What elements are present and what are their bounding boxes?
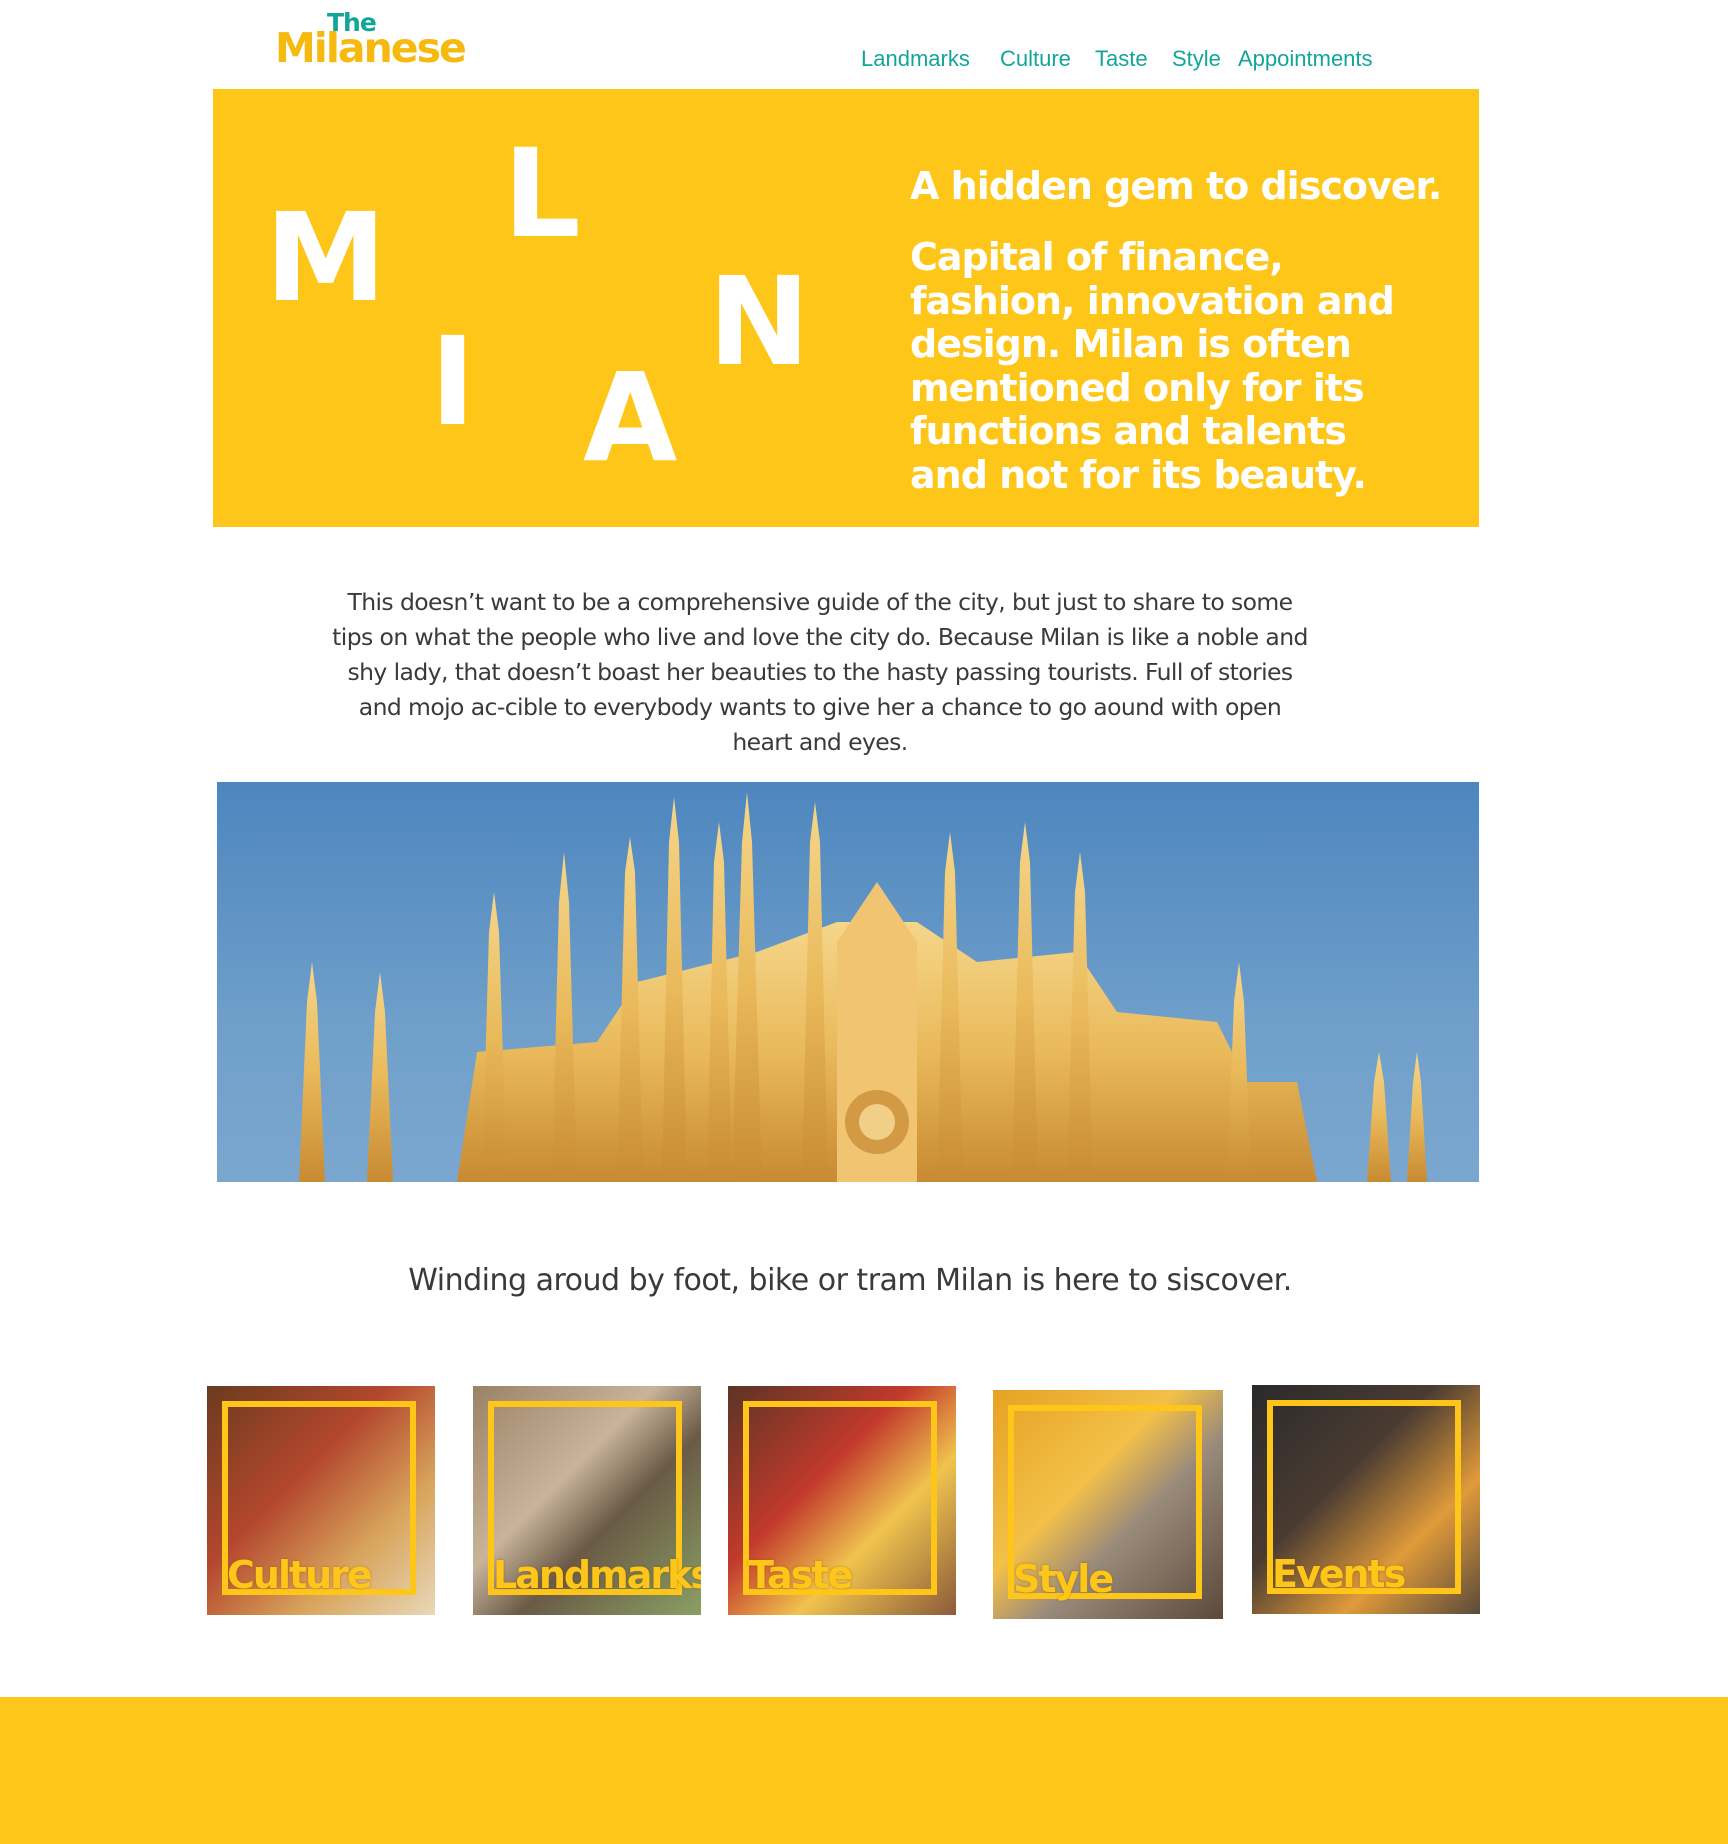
hero-description: Capital of finance, fashion, innovation … [910, 235, 1395, 497]
hero-letter-m: M [265, 187, 387, 329]
tile-culture[interactable]: Culture [207, 1386, 435, 1615]
hero-letter-a: A [583, 347, 678, 489]
intro-paragraph: This doesn’t want to be a comprehensive … [332, 588, 1308, 756]
tile-style[interactable]: Style [993, 1390, 1223, 1619]
secondary-text: Winding aroud by foot, bike or tram Mila… [408, 1263, 1292, 1298]
hero-letter-i: I [430, 311, 476, 453]
nav-landmarks[interactable]: Landmarks [861, 46, 970, 72]
logo-milanese[interactable]: Milanese [275, 24, 467, 72]
tile-label: Taste [748, 1553, 853, 1597]
tile-label: Style [1013, 1557, 1114, 1601]
nav-appointments[interactable]: Appointments [1238, 46, 1373, 72]
tile-label: Culture [227, 1553, 373, 1597]
tile-label: Landmarks [493, 1553, 701, 1597]
tile-events[interactable]: Events [1252, 1385, 1480, 1614]
nav-style[interactable]: Style [1172, 46, 1221, 72]
tile-landmarks[interactable]: Landmarks [473, 1386, 701, 1615]
hero-tagline: A hidden gem to discover. [910, 164, 1442, 208]
hero-letter-n: N [708, 251, 811, 393]
duomo-photo [217, 782, 1479, 1182]
tile-label: Events [1272, 1552, 1406, 1596]
footer-band [0, 1697, 1728, 1844]
duomo-illustration [299, 792, 1427, 1182]
hero-letter-l: L [503, 123, 581, 265]
nav-taste[interactable]: Taste [1095, 46, 1148, 72]
nav-culture[interactable]: Culture [1000, 46, 1071, 72]
tile-taste[interactable]: Taste [728, 1386, 956, 1615]
